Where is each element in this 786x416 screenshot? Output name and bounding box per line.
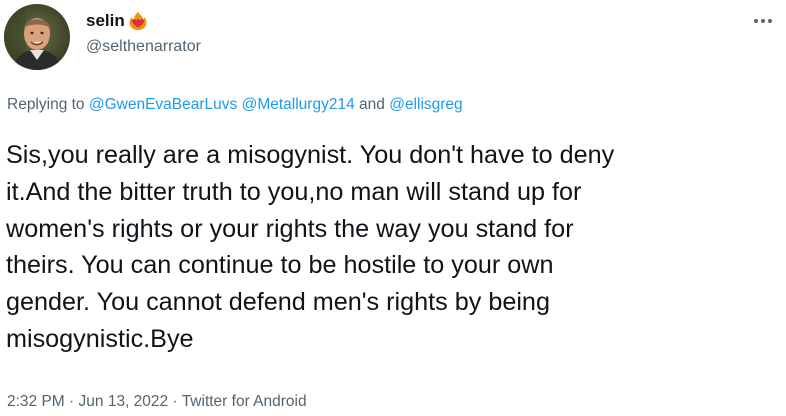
replying-to: Replying to @GwenEvaBearLuvs @Metallurgy… xyxy=(7,95,463,115)
tweet-text-line: theirs. You can continue to be hostile t… xyxy=(6,251,554,280)
tweet-text-line: it.And the bitter truth to you,no man wi… xyxy=(6,177,582,206)
replying-to-conjunction: and xyxy=(359,96,385,113)
tweet-text-line: misogynistic.Bye xyxy=(6,324,194,353)
avatar-image xyxy=(4,4,70,70)
mention-link[interactable]: @ellisgreg xyxy=(389,96,462,113)
more-horizontal-icon[interactable] xyxy=(750,12,776,30)
tweet-text-line: women's rights or your rights the way yo… xyxy=(6,214,574,243)
mention-link[interactable]: @GwenEvaBearLuvs xyxy=(89,96,237,113)
replying-to-label: Replying to xyxy=(7,96,85,113)
tweet-card: selin @selthenarrator Replying to @GwenE… xyxy=(0,0,786,416)
tweet-date[interactable]: Jun 13, 2022 xyxy=(79,393,169,410)
mention-link[interactable]: @Metallurgy214 xyxy=(242,96,355,113)
user-name-row: selin xyxy=(86,11,148,31)
tweet-text-line: gender. You cannot defend men's rights b… xyxy=(6,288,550,317)
tweet-metadata: 2:32 PM · Jun 13, 2022 · Twitter for And… xyxy=(7,392,307,412)
tweet-text-line: Sis,you really are a misogynist. You don… xyxy=(6,141,615,169)
tweet-source: Twitter for Android xyxy=(181,393,307,410)
meta-separator: · xyxy=(69,393,75,410)
avatar[interactable] xyxy=(4,4,70,70)
user-handle[interactable]: @selthenarrator xyxy=(86,37,201,57)
tweet-text: Sis,you really are a misogynist. You don… xyxy=(6,137,776,358)
meta-separator: · xyxy=(172,393,178,410)
display-name[interactable]: selin xyxy=(86,11,125,31)
fire-heart-icon xyxy=(128,11,148,31)
tweet-time[interactable]: 2:32 PM xyxy=(7,393,65,410)
